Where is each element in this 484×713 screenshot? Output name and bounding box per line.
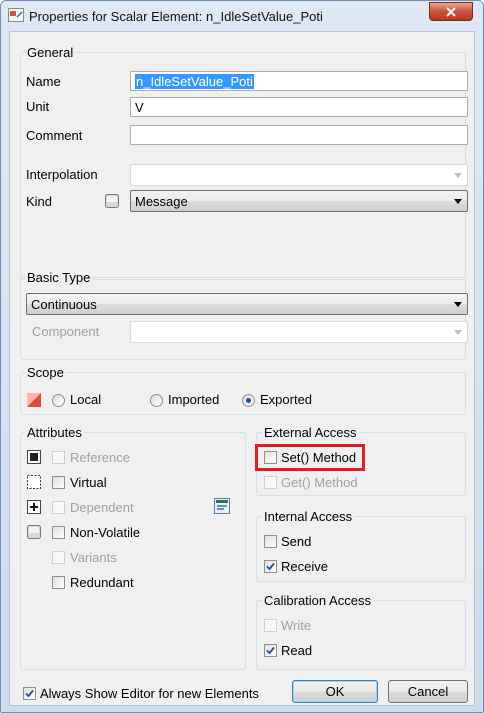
check-icon: [266, 646, 275, 655]
close-icon: [446, 7, 456, 17]
unit-field[interactable]: V: [130, 97, 468, 117]
read-label: Read: [281, 643, 313, 658]
reference-checkbox[interactable]: [52, 451, 65, 464]
calibration-access-group: [256, 600, 466, 670]
basic-type-value: Continuous: [31, 297, 97, 312]
write-label: Write: [281, 618, 312, 633]
virtual-icon: [27, 475, 41, 489]
chevron-down-icon: [454, 330, 462, 335]
send-checkbox[interactable]: [264, 535, 277, 548]
variants-checkbox[interactable]: [52, 551, 65, 564]
name-label: Name: [26, 74, 61, 89]
cancel-button[interactable]: Cancel: [388, 680, 468, 703]
scope-exported-label[interactable]: Exported: [260, 392, 312, 407]
external-access-legend: External Access: [262, 425, 359, 440]
scope-color-icon: [27, 393, 41, 407]
dependent-checkbox[interactable]: [52, 501, 65, 514]
chevron-down-icon: [454, 199, 462, 204]
dependent-icon: [27, 500, 41, 514]
window-title: Properties for Scalar Element: n_IdleSet…: [29, 9, 323, 24]
close-button[interactable]: [429, 2, 473, 21]
reference-icon: [27, 450, 41, 464]
kind-label: Kind: [26, 194, 53, 209]
non-volatile-checkbox[interactable]: [52, 526, 65, 539]
read-checkbox[interactable]: [264, 644, 277, 657]
comment-field[interactable]: [130, 125, 468, 145]
basic-type-select[interactable]: Continuous: [26, 293, 468, 315]
virtual-label: Virtual: [70, 475, 107, 490]
scope-imported-radio[interactable]: [150, 394, 163, 407]
chevron-down-icon: [454, 173, 462, 178]
check-icon: [25, 689, 34, 698]
attributes-legend: Attributes: [25, 425, 84, 440]
ok-button[interactable]: OK: [292, 680, 378, 703]
chevron-down-icon: [454, 302, 462, 307]
interpolation-label: Interpolation: [26, 167, 98, 182]
name-field-value: n_IdleSetValue_Poti: [135, 74, 254, 89]
unit-label: Unit: [26, 99, 50, 114]
dependent-label: Dependent: [70, 500, 134, 515]
component-select[interactable]: [130, 321, 468, 343]
set-method-checkbox[interactable]: [264, 451, 277, 464]
component-label: Component: [32, 324, 100, 339]
scope-legend: Scope: [25, 365, 66, 380]
variants-label: Variants: [70, 550, 117, 565]
kind-value: Message: [135, 194, 188, 209]
kind-type-icon: [105, 194, 119, 208]
interpolation-select[interactable]: [130, 164, 468, 186]
kind-select[interactable]: Message: [130, 190, 468, 212]
check-icon: [266, 562, 275, 571]
dialog-client-area: General Name n_IdleSetValue_Poti Unit V …: [9, 31, 475, 706]
set-method-label: Set() Method: [281, 450, 357, 465]
reference-label: Reference: [70, 450, 130, 465]
basic-type-legend: Basic Type: [25, 270, 93, 285]
scope-local-radio[interactable]: [52, 394, 65, 407]
always-show-checkbox[interactable]: [23, 687, 36, 700]
receive-checkbox[interactable]: [264, 560, 277, 573]
virtual-checkbox[interactable]: [52, 476, 65, 489]
internal-access-legend: Internal Access: [262, 509, 355, 524]
scope-exported-radio[interactable]: [242, 394, 255, 407]
redundant-label: Redundant: [70, 575, 134, 590]
non-volatile-label: Non-Volatile: [70, 525, 141, 540]
non-volatile-icon: [27, 525, 41, 539]
get-method-checkbox[interactable]: [264, 476, 277, 489]
formula-editor-icon[interactable]: [214, 498, 230, 514]
calibration-access-legend: Calibration Access: [262, 593, 373, 608]
title-bar[interactable]: Properties for Scalar Element: n_IdleSet…: [1, 1, 483, 31]
basic-type-group: [20, 277, 466, 360]
properties-dialog: Properties for Scalar Element: n_IdleSet…: [0, 0, 484, 713]
radio-selected-dot: [246, 398, 251, 403]
name-field[interactable]: n_IdleSetValue_Poti: [130, 71, 468, 91]
general-legend: General: [25, 45, 76, 60]
receive-label: Receive: [281, 559, 328, 574]
send-label: Send: [281, 534, 312, 549]
write-checkbox[interactable]: [264, 619, 277, 632]
always-show-label: Always Show Editor for new Elements: [40, 686, 259, 701]
get-method-label: Get() Method: [281, 475, 358, 490]
properties-window-icon: [8, 8, 24, 22]
scope-imported-label[interactable]: Imported: [168, 392, 219, 407]
scope-local-label[interactable]: Local: [70, 392, 101, 407]
comment-label: Comment: [26, 128, 83, 143]
redundant-checkbox[interactable]: [52, 576, 65, 589]
